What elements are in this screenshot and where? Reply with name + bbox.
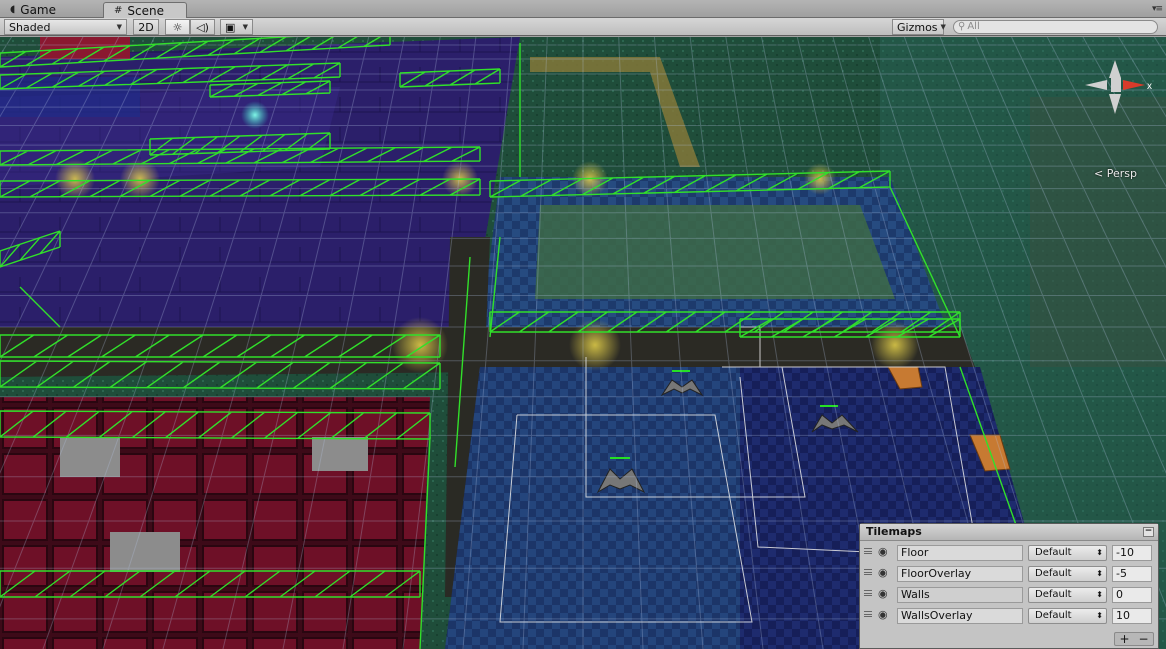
gizmos-label: Gizmos [897, 20, 938, 34]
tilemap-row: ◉ WallsOverlay Default ⬍ 10 [860, 606, 1158, 626]
sorting-layer-dropdown[interactable]: Default ⬍ [1028, 587, 1107, 603]
2d-mode-toggle[interactable]: 2D [133, 19, 159, 35]
sun-icon: ☼ [172, 20, 183, 34]
sorting-layer-dropdown[interactable]: Default ⬍ [1028, 608, 1107, 624]
chevron-down-icon: ▼ [940, 22, 946, 31]
sorting-layer-label: Default [1035, 547, 1072, 558]
sorting-layer-dropdown[interactable]: Default ⬍ [1028, 566, 1107, 582]
tab-scene[interactable]: # Scene [103, 2, 187, 18]
eye-icon[interactable]: ◉ [878, 545, 888, 558]
tab-game[interactable]: ◖ Game [0, 2, 100, 18]
audio-toggle[interactable]: ◁) [190, 19, 215, 35]
search-input[interactable]: ⚲ All [953, 20, 1158, 34]
tilemap-row: ◉ Floor Default ⬍ -10 [860, 543, 1158, 563]
speaker-icon: ◁) [196, 20, 209, 34]
tab-strip: ◖ Game # Scene ▾≡ [0, 0, 1166, 18]
sorting-layer-label: Default [1035, 610, 1072, 621]
tilemap-name-field[interactable]: Floor [897, 545, 1023, 561]
chevron-updown-icon: ⬍ [1096, 590, 1103, 599]
sorting-layer-label: Default [1035, 589, 1072, 600]
order-in-layer-field[interactable]: -10 [1112, 545, 1152, 561]
chevron-updown-icon: ⬍ [1096, 611, 1103, 620]
eye-icon[interactable]: ◉ [878, 587, 888, 600]
add-button[interactable]: + [1119, 633, 1129, 645]
tilemap-name-field[interactable]: FloorOverlay [897, 566, 1023, 582]
minimize-button[interactable]: − [1143, 527, 1154, 537]
2d-mode-label: 2D [138, 20, 154, 34]
chevron-updown-icon: ⬍ [1096, 548, 1103, 557]
drag-handle-icon[interactable] [864, 548, 872, 554]
remove-button[interactable]: − [1138, 633, 1148, 645]
image-icon: ▣ [225, 20, 236, 34]
hash-icon: # [114, 4, 123, 16]
order-in-layer-field[interactable]: 0 [1112, 587, 1152, 603]
tab-scene-label: Scene [127, 3, 164, 18]
tilemaps-header: Tilemaps − [860, 524, 1158, 541]
chevron-down-icon: ▼ [116, 22, 122, 31]
order-in-layer-field[interactable]: 10 [1112, 608, 1152, 624]
chevron-updown-icon: ⬍ [1096, 569, 1103, 578]
effects-dropdown[interactable]: ▣ ▼ [220, 19, 253, 35]
drag-handle-icon[interactable] [864, 569, 872, 575]
draw-mode-label: Shaded [9, 20, 51, 34]
list-footer: + − [1114, 632, 1154, 646]
sorting-layer-label: Default [1035, 568, 1072, 579]
pacman-icon: ◖ [10, 4, 16, 15]
drag-handle-icon[interactable] [864, 611, 872, 617]
gizmos-dropdown[interactable]: Gizmos ▼ [892, 19, 946, 35]
tilemaps-title: Tilemaps [866, 525, 922, 538]
tilemaps-panel: Tilemaps − ◉ Floor Default ⬍ -10 ◉ Floor… [859, 523, 1159, 649]
sorting-layer-dropdown[interactable]: Default ⬍ [1028, 545, 1107, 561]
tilemap-name-field[interactable]: WallsOverlay [897, 608, 1023, 624]
search-icon: ⚲ [958, 21, 966, 32]
red-room [0, 397, 430, 649]
scene-toolbar: Shaded ▼ 2D ☼ ◁) ▣ ▼ Gizmos ▼ ⚲ All [0, 18, 1166, 36]
tilemap-name-field[interactable]: Walls [897, 587, 1023, 603]
gizmo-axis-label: x [1147, 81, 1152, 92]
projection-label[interactable]: < Persp [1094, 167, 1137, 180]
order-in-layer-field[interactable]: -5 [1112, 566, 1152, 582]
drag-handle-icon[interactable] [864, 590, 872, 596]
draw-mode-dropdown[interactable]: Shaded ▼ [4, 19, 127, 35]
portal-glow [241, 101, 269, 129]
tab-game-label: Game [20, 3, 57, 17]
window-menu-icon[interactable]: ▾≡ [1152, 4, 1163, 14]
chevron-down-icon: ▼ [242, 22, 248, 31]
tilemap-row: ◉ FloorOverlay Default ⬍ -5 [860, 564, 1158, 584]
lighting-toggle[interactable]: ☼ [165, 19, 190, 35]
eye-icon[interactable]: ◉ [878, 566, 888, 579]
eye-icon[interactable]: ◉ [878, 608, 888, 621]
tilemap-row: ◉ Walls Default ⬍ 0 [860, 585, 1158, 605]
search-placeholder: All [967, 21, 980, 32]
